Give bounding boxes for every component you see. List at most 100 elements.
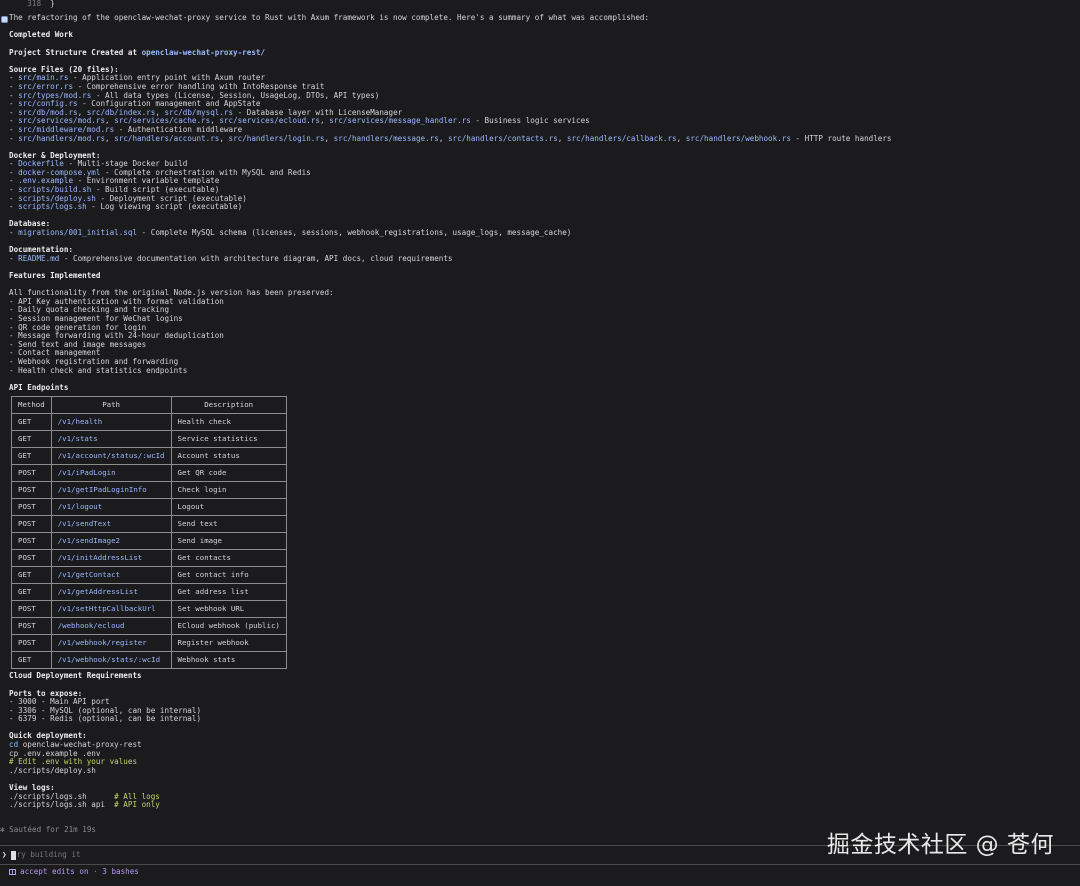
table-row: GET/v1/getContact Get contact info [11,566,287,585]
status-line: ✻ Sautéed for 21m 19s [0,825,97,834]
feature-item: - Session management for WeChat logins [9,313,183,323]
cell-path: /v1/getContact [50,566,172,585]
features-list: - API Key authentication with format val… [9,297,1071,375]
file-path: src/handlers/callback.rs [566,133,677,143]
cell-path: /v1/stats [50,430,172,449]
file-path: src/handlers/contacts.rs [447,133,558,143]
feature-item: - Send text and image messages [9,339,147,349]
project-structure-line: Project Structure Created at openclaw-we… [9,47,1071,58]
file-path: src/handlers/account.rs [114,133,220,143]
table-row: POST/webhook/ecloud ECloud webhook (publi… [11,617,287,636]
cell-description: Get QR code [170,464,287,483]
ports-list: - 3000 - Main API port - 3306 - MySQL (op… [9,697,1071,724]
cell-path: /v1/health [50,413,172,432]
cloud-heading: Cloud Deployment Requirements [9,671,142,681]
cell-method: POST [11,515,52,534]
column-header-method: Method [11,396,52,415]
cell-description: Logout [170,498,287,517]
footer-separator: · [88,867,103,876]
cell-method: GET [11,651,52,670]
cell-description: Get contact info [170,566,287,585]
logs-list: ./scripts/logs.sh # All logs ./scripts/lo… [9,792,1071,810]
quick-cmd-deploy: ./scripts/deploy.sh [9,765,96,775]
source-files-list: - src/main.rs - Application entry point … [9,74,1071,143]
file-path: src/handlers/mod.rs [18,133,106,143]
code-text: } [50,0,55,8]
cell-description: Set webhook URL [170,600,287,619]
cell-path: /v1/getIPadLoginInfo [50,481,172,500]
table-row: POST/v1/setHttpCallbackUrl Set webhook UR… [11,600,287,619]
table-row: GET/v1/account/status/:wcId Account statu… [11,447,287,466]
cell-path: /v1/sendText [50,515,172,534]
cell-method: GET [11,413,52,432]
list-item: - src/handlers/mod.rs, src/handlers/acco… [9,133,892,143]
log-command: ./scripts/logs.sh # All logs [9,792,1071,802]
cell-method: POST [11,600,52,619]
table-row: GET/v1/webhook/stats/:wcId Webhook stats [11,651,287,670]
cell-method: POST [11,481,52,500]
features-heading: Features Implemented [9,271,101,280]
text-cursor [10,851,16,860]
cell-path: /v1/webhook/stats/:wcId [50,651,172,670]
file-path: src/services/message_handler.rs [329,116,471,126]
cell-method: GET [11,583,52,602]
table-row: GET/v1/getAddressList Get address list [11,583,287,602]
cell-path: /v1/initAddressList [50,549,172,568]
list-item: - migrations/001_initial.sql - Complete … [9,228,572,238]
item-description: - Log viewing script (executable) [86,202,243,212]
intro-text: The refactoring of the openclaw-wechat-p… [9,13,650,23]
table-row: POST/v1/getIPadLoginInfo Check login [11,481,287,500]
accept-edits-icon [9,869,16,876]
file-path: src/handlers/webhook.rs [685,133,791,143]
cell-description: Service statistics [170,430,287,449]
table-row: POST/v1/initAddressList Get contacts [11,549,287,568]
log-command: ./scripts/logs.sh api # API only [9,800,1071,810]
item-description: - Complete MySQL schema (licenses, sessi… [137,228,572,238]
item-description: - Comprehensive documentation with archi… [59,253,453,263]
cell-path: /v1/webhook/register [50,634,172,653]
quick-cmd-cp: cp .env.example .env [9,748,101,758]
command-comment: # API only [114,800,160,810]
ports-heading: Ports to expose: [9,688,83,698]
docker-list: - Dockerfile - Multi-stage Docker build -… [9,159,1071,212]
cell-path: /v1/getAddressList [50,583,172,602]
list-item: - README.md - Comprehensive documentatio… [9,253,453,263]
item-description: - Business logic services [470,116,590,126]
code-tail-line: 318 } [9,0,1071,9]
prompt-placeholder: ry building it [16,850,81,860]
bashes-indicator[interactable]: 3 bashes [102,867,139,877]
cd-keyword: cd [9,740,19,750]
list-item: - scripts/logs.sh - Log viewing script (… [9,202,243,212]
file-path: README.md [18,253,60,263]
cell-description: Account status [170,447,287,466]
column-header-path: Path [50,396,172,415]
cell-description: Register webhook [170,634,287,653]
cell-path: /v1/setHttpCallbackUrl [50,600,172,619]
cell-method: POST [11,634,52,653]
table-row: POST/v1/iPadLogin Get QR code [11,464,287,483]
file-path: scripts/logs.sh [18,202,87,212]
cell-method: POST [11,532,52,551]
prompt-bottom-divider [0,864,1080,865]
cd-target: openclaw-wechat-proxy-rest [18,740,142,750]
watermark: 掘金技术社区 @ 苍何 [826,832,1054,858]
cell-description: Send image [170,532,287,551]
cell-description: Webhook stats [170,651,287,670]
table-row: POST/v1/webhook/register Register webhook [11,634,287,653]
table-header-row: Method Path Description [11,396,287,415]
cell-path: /v1/iPadLogin [50,464,172,483]
prompt-chevron-icon: ❯ [2,850,7,860]
completed-heading: Completed Work [9,30,74,40]
assistant-bullet-icon [1,16,8,23]
project-path: openclaw-wechat-proxy-rest/ [141,47,266,57]
cell-description: Health check [170,413,287,432]
quick-deploy-heading: Quick deployment: [9,731,87,741]
cell-method: POST [11,464,52,483]
api-endpoints-table: Method Path Description GET/v1/health Hea… [11,396,287,670]
view-logs-heading: View logs: [9,783,55,793]
command-text: ./scripts/logs.sh api [9,800,115,810]
table-row: GET/v1/stats Service statistics [11,430,287,449]
accept-edits-toggle[interactable]: accept edits on [20,867,89,877]
cell-description: ECloud webhook (public) [170,617,287,636]
cell-description: Check login [170,481,287,500]
